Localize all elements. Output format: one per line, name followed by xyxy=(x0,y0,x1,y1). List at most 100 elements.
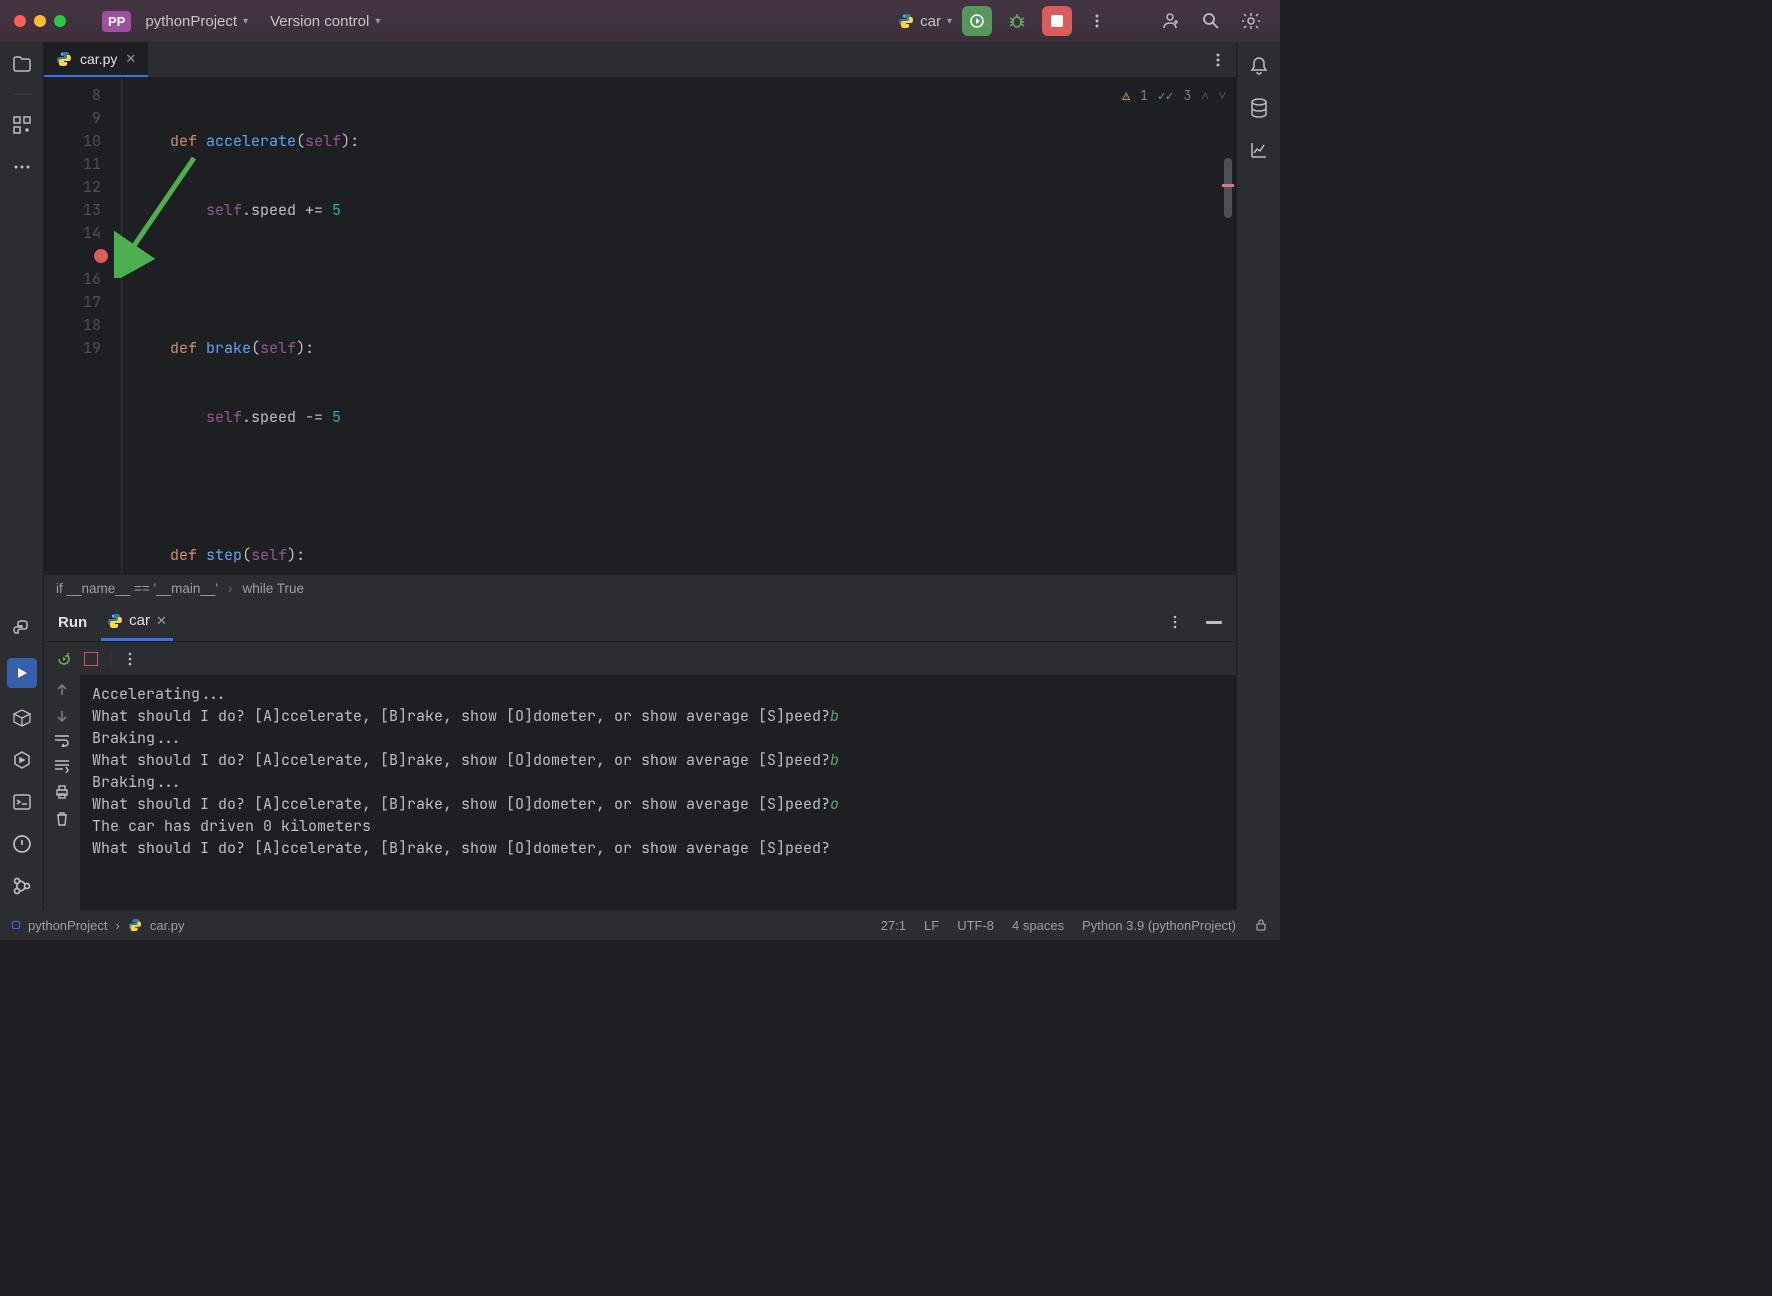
console-line: What should I do? [A]ccelerate, [B]rake,… xyxy=(92,793,1224,815)
title-bar: PP pythonProject ▾ Version control ▾ car… xyxy=(0,0,1280,42)
more-actions-button[interactable] xyxy=(1082,6,1112,36)
inspection-widget[interactable]: ⚠1 ✓✓3 ˄ ˅ xyxy=(1122,84,1226,107)
clear-button[interactable] xyxy=(55,811,69,827)
lock-icon[interactable] xyxy=(1254,918,1268,932)
editor-gutter[interactable]: 8 9 10 11 12 13 14 16 17 18 19 xyxy=(44,78,122,574)
run-tool-button[interactable] xyxy=(7,658,37,688)
stop-button[interactable] xyxy=(1042,6,1072,36)
run-tool-window: Run car ✕ xyxy=(44,602,1236,910)
line-number[interactable]: 16 xyxy=(44,268,101,291)
soft-wrap-button[interactable] xyxy=(54,735,70,747)
toolbar-right: car ▾ xyxy=(898,6,1266,36)
run-tool-hide[interactable] xyxy=(1206,621,1222,624)
toolbar-more[interactable] xyxy=(123,652,137,666)
code-with-me-button[interactable] xyxy=(1156,6,1186,36)
services-tool-button[interactable] xyxy=(10,748,34,772)
right-tool-stripe xyxy=(1236,42,1280,910)
notifications-button[interactable] xyxy=(1247,54,1271,78)
breakpoint-icon[interactable] xyxy=(94,249,108,263)
search-button[interactable] xyxy=(1196,6,1226,36)
prev-highlight-button[interactable]: ˄ xyxy=(1201,84,1208,107)
print-button[interactable] xyxy=(54,785,70,799)
project-selector[interactable]: pythonProject ▾ xyxy=(145,13,248,30)
module-icon xyxy=(12,921,20,929)
scroll-up-button[interactable] xyxy=(55,683,69,697)
editor-tab-car[interactable]: car.py ✕ xyxy=(44,42,148,77)
line-number[interactable]: 19 xyxy=(44,337,101,360)
ok-count: 3 xyxy=(1184,84,1192,107)
line-number[interactable] xyxy=(44,245,101,268)
caret-position[interactable]: 27:1 xyxy=(881,918,906,933)
console-output[interactable]: Accelerating... What should I do? [A]ccel… xyxy=(80,675,1236,910)
console-line: Accelerating... xyxy=(92,683,1224,705)
settings-button[interactable] xyxy=(1236,6,1266,36)
line-number[interactable]: 10 xyxy=(44,130,101,153)
status-bar: pythonProject › car.py 27:1 LF UTF-8 4 s… xyxy=(0,910,1280,940)
line-number[interactable]: 17 xyxy=(44,291,101,314)
left-tool-stripe xyxy=(0,42,44,910)
code-editor[interactable]: 8 9 10 11 12 13 14 16 17 18 19 def accel… xyxy=(44,78,1236,574)
error-stripe-mark[interactable] xyxy=(1222,184,1234,187)
database-tool-button[interactable] xyxy=(1247,96,1271,120)
indent[interactable]: 4 spaces xyxy=(1012,918,1064,933)
python-icon xyxy=(898,13,914,29)
editor-tabs: car.py ✕ xyxy=(44,42,1236,78)
tab-filename: car.py xyxy=(80,51,117,67)
close-window-button[interactable] xyxy=(14,15,26,27)
navbar-project[interactable]: pythonProject xyxy=(28,918,108,933)
python-packages-button[interactable] xyxy=(10,706,34,730)
breadcrumb-bar[interactable]: if __name__ == '__main__' › while True xyxy=(44,574,1236,602)
breadcrumb-item[interactable]: if __name__ == '__main__' xyxy=(56,581,218,596)
code-content[interactable]: def accelerate(self): self.speed += 5 de… xyxy=(122,78,1236,574)
console-line: What should I do? [A]ccelerate, [B]rake,… xyxy=(92,749,1224,771)
project-tool-button[interactable] xyxy=(10,52,34,76)
version-control-menu[interactable]: Version control ▾ xyxy=(270,13,380,30)
scroll-down-button[interactable] xyxy=(55,709,69,723)
warn-count: 1 xyxy=(1140,84,1148,107)
python-console-button[interactable] xyxy=(10,616,34,640)
run-toolbar xyxy=(44,641,1236,675)
line-number[interactable]: 14 xyxy=(44,222,101,245)
rerun-button[interactable] xyxy=(56,651,72,667)
vcs-tool-button[interactable] xyxy=(10,874,34,898)
run-tool-more[interactable] xyxy=(1168,615,1182,629)
line-number[interactable]: 12 xyxy=(44,176,101,199)
run-config-label: car xyxy=(920,13,941,30)
debug-button[interactable] xyxy=(1002,6,1032,36)
chevron-down-icon: ▾ xyxy=(243,16,248,27)
line-number[interactable]: 11 xyxy=(44,153,101,176)
maximize-window-button[interactable] xyxy=(54,15,66,27)
line-number[interactable]: 13 xyxy=(44,199,101,222)
run-config-selector[interactable]: car ▾ xyxy=(898,13,952,30)
chevron-down-icon: ▾ xyxy=(947,16,952,27)
structure-tool-button[interactable] xyxy=(10,113,34,137)
line-number[interactable]: 9 xyxy=(44,107,101,130)
editor-tabs-menu[interactable] xyxy=(1200,42,1236,77)
breadcrumb-item[interactable]: while True xyxy=(243,581,305,596)
interpreter[interactable]: Python 3.9 (pythonProject) xyxy=(1082,918,1236,933)
stop-button[interactable] xyxy=(84,652,98,666)
editor-scrollbar[interactable] xyxy=(1224,158,1232,218)
chevron-down-icon: ▾ xyxy=(375,16,380,27)
scroll-to-end-button[interactable] xyxy=(54,759,70,773)
terminal-tool-button[interactable] xyxy=(10,790,34,814)
problems-tool-button[interactable] xyxy=(10,832,34,856)
warning-icon: ⚠ xyxy=(1122,84,1130,107)
navigation-bar[interactable]: pythonProject › car.py xyxy=(12,918,185,933)
run-tool-header: Run car ✕ xyxy=(44,603,1236,641)
line-number[interactable]: 8 xyxy=(44,84,101,107)
navbar-file[interactable]: car.py xyxy=(150,918,185,933)
run-button[interactable] xyxy=(962,6,992,36)
project-name-label: pythonProject xyxy=(145,13,237,30)
sciview-tool-button[interactable] xyxy=(1247,138,1271,162)
next-highlight-button[interactable]: ˅ xyxy=(1219,84,1226,107)
run-tab-close[interactable]: ✕ xyxy=(156,613,167,629)
tab-close-button[interactable]: ✕ xyxy=(125,51,136,67)
line-separator[interactable]: LF xyxy=(924,918,939,933)
minimize-window-button[interactable] xyxy=(34,15,46,27)
console-line: The car has driven 0 kilometers xyxy=(92,815,1224,837)
line-number[interactable]: 18 xyxy=(44,314,101,337)
more-tools-button[interactable] xyxy=(10,155,34,179)
run-tab-car[interactable]: car ✕ xyxy=(101,603,173,641)
encoding[interactable]: UTF-8 xyxy=(957,918,994,933)
